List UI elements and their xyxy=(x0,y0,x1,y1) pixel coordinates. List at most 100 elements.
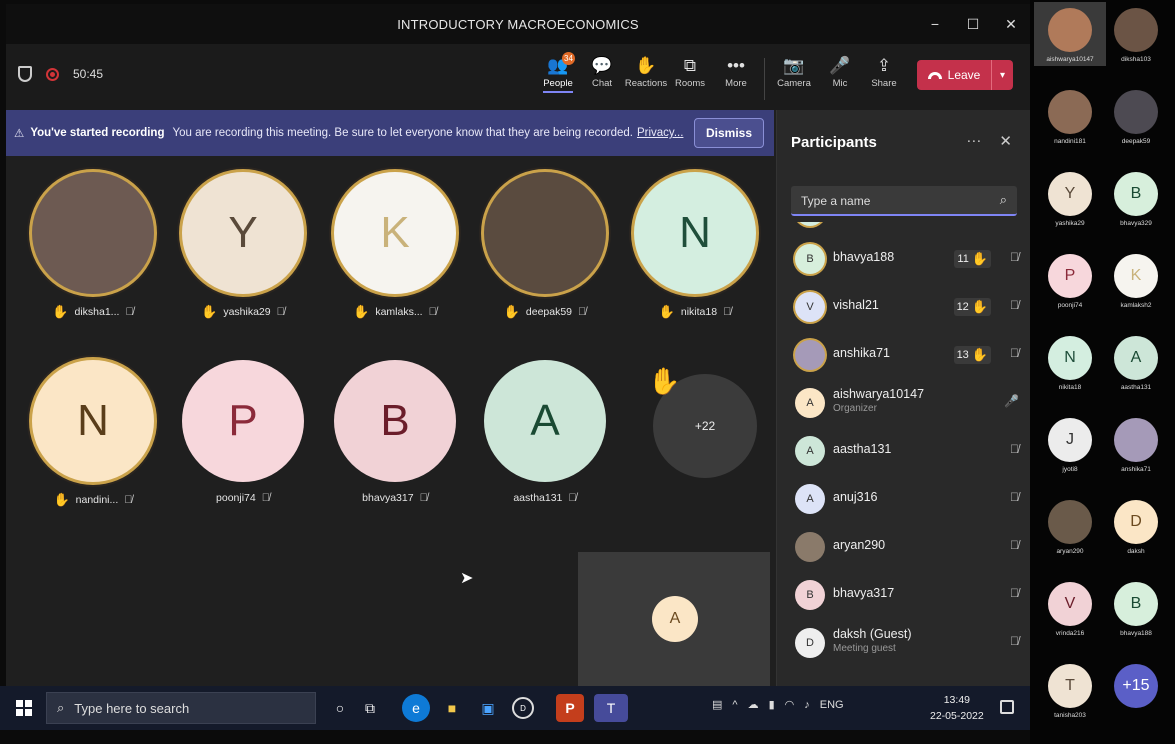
gallery-avatar xyxy=(1114,8,1158,52)
gallery-tile[interactable]: deepak59 xyxy=(1106,90,1166,145)
participant-row[interactable]: Aaishwarya10147 Organizer 🎤 xyxy=(777,380,1030,426)
participant-tile[interactable]: ✋ deepak59 🎙̸ xyxy=(484,172,606,320)
windows-start-icon[interactable] xyxy=(16,700,32,716)
taskbar-search-box[interactable]: ⌕ Type here to search xyxy=(46,692,316,724)
camera-button[interactable]: 📷 Camera xyxy=(772,54,816,89)
volume-icon[interactable]: ♪ xyxy=(804,699,810,711)
more-button[interactable]: ••• More xyxy=(714,54,758,89)
participant-tile[interactable]: Y ✋ yashika29 🎙̸ xyxy=(182,172,304,320)
participant-row-name: vishal21 xyxy=(833,298,879,312)
task-view-icon[interactable]: ⧉ xyxy=(356,694,384,722)
dismiss-button[interactable]: Dismiss xyxy=(694,118,764,148)
reactions-icon: ✋ xyxy=(635,56,657,75)
participant-tile[interactable]: Aaastha131 🎙̸ xyxy=(484,360,606,504)
participant-label: ✋ nandini... 🎙̸ xyxy=(32,492,154,508)
powerpoint-icon[interactable]: P xyxy=(556,694,584,722)
gallery-tile[interactable]: Nnikita18 xyxy=(1040,336,1100,391)
panel-close-icon[interactable]: ✕ xyxy=(999,132,1012,150)
participant-row[interactable]: Bbhavya188 11 ✋ 🎙̸ xyxy=(777,236,1030,282)
edge-icon[interactable]: e xyxy=(402,694,430,722)
battery-icon[interactable]: ▮ xyxy=(769,698,775,711)
leave-button[interactable]: Leave ▾ xyxy=(917,60,1013,90)
file-explorer-icon[interactable]: ■ xyxy=(438,694,466,722)
gallery-tile[interactable]: Vvrinda216 xyxy=(1040,582,1100,637)
participant-row[interactable]: anshika71 13 ✋ 🎙̸ xyxy=(777,332,1030,378)
gallery-tile[interactable]: Bbhavya188 xyxy=(1106,582,1166,637)
gallery-tile[interactable]: aryan290 xyxy=(1040,500,1100,555)
gallery-tile[interactable]: Ddaksh xyxy=(1106,500,1166,555)
language-indicator[interactable]: ENG xyxy=(820,699,844,711)
gallery-name: kamlaksh2 xyxy=(1120,302,1152,309)
gallery-name: vrinda216 xyxy=(1055,630,1085,637)
participant-row[interactable]: aryan290 🎙̸ xyxy=(777,524,1030,570)
participant-row-name: aishwarya10147 xyxy=(833,387,925,401)
gallery-tile[interactable]: +15 xyxy=(1106,664,1166,712)
gallery-name: jyoti8 xyxy=(1062,466,1078,473)
participant-row[interactable]: Bbhavya317 🎙̸ xyxy=(777,572,1030,618)
privacy-link[interactable]: Privacy... xyxy=(637,127,683,139)
maximize-button[interactable]: ☐ xyxy=(954,16,992,33)
gallery-avatar: +15 xyxy=(1114,664,1158,708)
participant-tile[interactable]: K ✋ kamlaks... 🎙̸ xyxy=(334,172,456,320)
participant-row-name: daksh (Guest) xyxy=(833,627,912,641)
meeting-timer: 50:45 xyxy=(73,67,104,81)
hand-queue-badge: 12 ✋ xyxy=(953,298,991,316)
gallery-name: diksha103 xyxy=(1121,56,1151,63)
leave-options-chevron-icon[interactable]: ▾ xyxy=(991,60,1013,90)
recording-banner: ⚠ You've started recording You are recor… xyxy=(6,110,774,156)
news-icon[interactable]: ▤ xyxy=(712,698,722,711)
participant-tile[interactable]: N ✋ nandini... 🎙̸ xyxy=(32,360,154,508)
gallery-tile[interactable]: anshika71 xyxy=(1106,418,1166,473)
participant-name: diksha1... xyxy=(74,306,120,318)
camera-off-icon: 📷 xyxy=(783,56,805,75)
share-button[interactable]: ⇪ Share xyxy=(862,54,906,89)
gallery-tile[interactable]: Kkamlaksh2 xyxy=(1106,254,1166,309)
participant-row[interactable]: Aaastha131 🎙̸ xyxy=(777,428,1030,474)
minimize-button[interactable]: − xyxy=(916,16,954,32)
panel-more-icon[interactable]: ··· xyxy=(966,132,981,150)
close-button[interactable]: ✕ xyxy=(992,16,1030,33)
teams-icon[interactable]: T xyxy=(594,694,628,722)
mic-muted-icon: 🎙̸ xyxy=(124,494,133,506)
gallery-tile[interactable]: Ttanisha203 xyxy=(1040,664,1100,719)
self-preview[interactable]: A xyxy=(578,552,770,686)
participant-row[interactable]: Vvishal21 12 ✋ 🎙̸ xyxy=(777,284,1030,330)
gallery-tile[interactable]: Aaastha131 xyxy=(1106,336,1166,391)
participant-row[interactable]: Aanuj316 🎙̸ xyxy=(777,476,1030,522)
notification-icon[interactable] xyxy=(1000,700,1014,714)
gallery-name: bhavya188 xyxy=(1120,630,1152,637)
gallery-name: nandini181 xyxy=(1054,138,1086,145)
gallery-tile[interactable]: Ppoonji74 xyxy=(1040,254,1100,309)
gallery-tile[interactable]: nandini181 xyxy=(1040,90,1100,145)
gallery-avatar xyxy=(1114,418,1158,462)
people-button[interactable]: 👥 34 People xyxy=(536,52,580,93)
gallery-tile[interactable]: aishwarya10147 xyxy=(1040,8,1100,63)
reactions-button[interactable]: ✋ Reactions xyxy=(624,54,668,89)
window-title: INTRODUCTORY MACROECONOMICS xyxy=(397,16,639,32)
participant-label: bhavya317 🎙̸ xyxy=(334,492,456,504)
gallery-strip: aishwarya10147 diksha103 nandini181 deepak5… xyxy=(1030,0,1175,744)
overflow-tile[interactable]: ✋ +22 xyxy=(644,366,766,478)
dell-icon[interactable]: D xyxy=(512,697,534,719)
store-icon[interactable]: ▣ xyxy=(474,694,502,722)
gallery-tile[interactable]: Jjyoti8 xyxy=(1040,418,1100,473)
gallery-tile[interactable]: Bbhavya329 xyxy=(1106,172,1166,227)
taskbar-clock[interactable]: 13:49 22-05-2022 xyxy=(930,692,984,724)
participant-search-input[interactable]: Type a name ⌕ xyxy=(791,186,1017,216)
participant-tile[interactable]: Ppoonji74 🎙̸ xyxy=(182,360,304,504)
participant-row[interactable]: Nnikita1810✋🎙̸ xyxy=(777,222,1030,234)
rooms-button[interactable]: ⧉ Rooms xyxy=(668,54,712,89)
raised-hand-icon: ✋ xyxy=(648,366,681,396)
participant-tile[interactable]: ✋ diksha1... 🎙̸ xyxy=(32,172,154,320)
chat-button[interactable]: 💬 Chat xyxy=(580,54,624,89)
cortana-icon[interactable]: ○ xyxy=(326,694,354,722)
participant-row[interactable]: Ddaksh (Guest) Meeting guest 🎙̸ xyxy=(777,620,1030,666)
onedrive-icon[interactable]: ☁ xyxy=(748,698,759,711)
gallery-tile[interactable]: Yyashika29 xyxy=(1040,172,1100,227)
gallery-tile[interactable]: diksha103 xyxy=(1106,8,1166,63)
chevron-up-icon[interactable]: ^ xyxy=(732,699,737,711)
participant-tile[interactable]: N ✋ nikita18 🎙̸ xyxy=(634,172,756,320)
mic-button[interactable]: 🎤 Mic xyxy=(818,54,862,89)
wifi-icon[interactable]: ◠ xyxy=(785,698,795,711)
participant-tile[interactable]: Bbhavya317 🎙̸ xyxy=(334,360,456,504)
